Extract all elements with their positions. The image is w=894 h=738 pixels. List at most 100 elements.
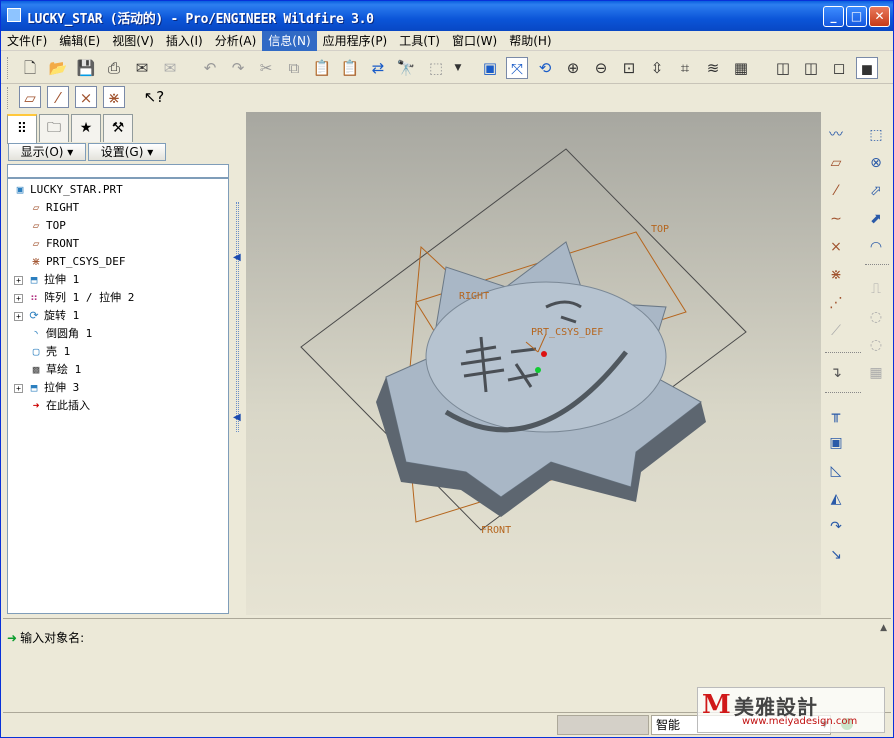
cut-icon[interactable]: ✂ [255, 57, 277, 79]
paste-icon[interactable]: 📋 [311, 57, 333, 79]
mail-recipient-icon[interactable]: ✉ [159, 57, 181, 79]
menu-info[interactable]: 信息(N) [262, 31, 317, 51]
trim-icon[interactable]: ◭ [825, 488, 847, 510]
tree-node-right[interactable]: ▱ RIGHT [28, 199, 79, 217]
select-dropdown-icon[interactable]: ▼ [447, 57, 469, 79]
minimize-button[interactable]: _ [823, 6, 844, 27]
find-icon[interactable]: 🔭 [395, 57, 417, 79]
scroll-up-icon[interactable]: ▲ [880, 623, 887, 633]
toolbar-grip[interactable] [7, 57, 10, 79]
menu-file[interactable]: 文件(F) [1, 31, 53, 51]
tree-node-top[interactable]: ▱ TOP [28, 217, 66, 235]
regenerate-icon[interactable]: ⇄ [367, 57, 389, 79]
menu-insert[interactable]: 插入(I) [160, 31, 209, 51]
tree-node-revolve1[interactable]: + ⟳ 旋转 1 [14, 307, 79, 325]
tree-node-csys[interactable]: ⋇ PRT_CSYS_DEF [28, 253, 125, 271]
new-file-icon[interactable]: 🗋 [19, 57, 41, 79]
tree-node-shell1[interactable]: ▢ 壳 1 [28, 343, 71, 361]
model-tree[interactable]: ▣ LUCKY_STAR.PRT ▱ RIGHT ▱ TOP ▱ FRONT ⋇ PRT_… [7, 178, 229, 614]
repaint-icon[interactable]: ▣ [479, 57, 501, 79]
collapse-arrow-icon[interactable]: ◀ [233, 412, 241, 423]
datum-axis-tool-icon[interactable]: ▱ [825, 152, 847, 174]
hole-icon[interactable]: × [825, 236, 847, 258]
print-icon[interactable]: ⎙ [103, 57, 125, 79]
panel-splitter[interactable]: ◀ ◀ [233, 112, 246, 615]
select-box-icon[interactable]: ⬚ [425, 57, 447, 79]
datum-plane-display-icon[interactable]: ▱ [19, 86, 41, 108]
favorites-tab[interactable]: ★ [71, 114, 101, 142]
hidden-line-icon[interactable]: ◫ [800, 57, 822, 79]
show-dropdown[interactable]: 显示(O) ▾ [8, 143, 86, 161]
analysis-feature-icon[interactable]: ∼ [825, 208, 847, 230]
menu-applications[interactable]: 应用程序(P) [317, 31, 394, 51]
shell-tool-icon[interactable]: ◠ [865, 236, 887, 258]
refit-icon[interactable]: ⊡ [618, 57, 640, 79]
copy-icon[interactable]: ⧉ [283, 57, 305, 79]
save-icon[interactable]: 💾 [75, 57, 97, 79]
menu-analysis[interactable]: 分析(A) [209, 31, 263, 51]
settings-dropdown[interactable]: 设置(G) ▾ [88, 143, 166, 161]
mirror-icon[interactable]: ↘ [825, 544, 847, 566]
reorient-icon[interactable]: ⇳ [646, 57, 668, 79]
wireframe-icon[interactable]: ◫ [772, 57, 794, 79]
tree-node-extrude3[interactable]: + ⬒ 拉伸 3 [14, 379, 79, 397]
datum-axis-display-icon[interactable]: ⁄ [47, 86, 69, 108]
shading-icon[interactable]: ◼ [856, 57, 878, 79]
maximize-button[interactable]: □ [846, 6, 867, 27]
rib-icon[interactable]: ⋇ [825, 264, 847, 286]
expand-icon[interactable]: + [14, 293, 23, 303]
graphics-viewport[interactable]: RIGHT TOP FRONT PRT_CSYS_DEF [246, 112, 821, 615]
tree-node-sketch1[interactable]: ▩ 草绘 1 [28, 361, 82, 379]
paste-special-icon[interactable]: 📋 [339, 57, 361, 79]
copy-feature-icon[interactable]: ▣ [825, 432, 847, 454]
expand-icon[interactable]: + [14, 311, 23, 321]
expand-icon[interactable]: + [14, 383, 23, 393]
send-mail-icon[interactable]: ✉ [131, 57, 153, 79]
datum-plane-tool-icon[interactable]: ⬚ [865, 124, 887, 146]
menu-help[interactable]: 帮助(H) [503, 31, 557, 51]
datum-point-icon[interactable]: ⁄ [825, 180, 847, 202]
csys-display-icon[interactable]: ⋇ [103, 86, 125, 108]
zoom-in-icon[interactable]: ⊕ [562, 57, 584, 79]
orient-mode-icon[interactable]: ⟲ [534, 57, 556, 79]
menu-window[interactable]: 窗口(W) [446, 31, 503, 51]
round-tool-icon[interactable]: ⋰ [825, 292, 847, 314]
undo-icon[interactable]: ↶ [199, 57, 221, 79]
model-tree-tab[interactable]: ⠿ [7, 114, 37, 144]
menu-view[interactable]: 视图(V) [106, 31, 160, 51]
tree-node-front[interactable]: ▱ FRONT [28, 235, 79, 253]
revolve-tool-icon[interactable]: ◌ [865, 334, 887, 356]
layers-icon[interactable]: ≋ [702, 57, 724, 79]
tree-node-extrude1[interactable]: + ⬒ 拉伸 1 [14, 271, 79, 289]
extrude-tool-icon[interactable]: ⟋ [825, 320, 847, 342]
insert-feature-icon[interactable]: ⬈ [865, 208, 887, 230]
no-hidden-icon[interactable]: ◻ [828, 57, 850, 79]
menu-edit[interactable]: 编辑(E) [53, 31, 106, 51]
connections-tab[interactable]: ⚒ [103, 114, 133, 142]
toolbar-grip[interactable] [7, 87, 10, 109]
close-button[interactable]: ✕ [869, 6, 890, 27]
datum-curve-sketch-icon[interactable]: 〰 [825, 124, 847, 146]
saved-views-icon[interactable]: ⌗ [674, 57, 696, 79]
datum-curve-icon[interactable]: ⊗ [865, 152, 887, 174]
open-file-icon[interactable]: 📂 [47, 57, 69, 79]
redo-icon[interactable]: ↷ [227, 57, 249, 79]
datum-csys-icon[interactable]: ⬀ [865, 180, 887, 202]
tree-node-pattern1[interactable]: + ⠶ 阵列 1 / 拉伸 2 [14, 289, 134, 307]
tree-node-part[interactable]: ▣ LUCKY_STAR.PRT [12, 181, 123, 199]
title-bar[interactable]: LUCKY_STAR (活动的) - Pro/ENGINEER Wildfire… [1, 1, 893, 31]
tree-node-insert-here[interactable]: ➜ 在此插入 [28, 397, 90, 415]
tree-node-round1[interactable]: ◝ 倒圆角 1 [28, 325, 93, 343]
model-view[interactable]: RIGHT TOP FRONT PRT_CSYS_DEF [246, 112, 821, 615]
pattern-tool-icon[interactable]: ↷ [825, 516, 847, 538]
zoom-out-icon[interactable]: ⊖ [590, 57, 612, 79]
variable-sweep-icon[interactable]: ↴ [825, 362, 847, 384]
menu-tools[interactable]: 工具(T) [393, 31, 446, 51]
spin-center-icon[interactable]: ⤧ [506, 57, 528, 79]
style-icon[interactable]: ╥ [825, 404, 847, 426]
merge-icon[interactable]: ◺ [825, 460, 847, 482]
draft-icon[interactable]: ⎍ [865, 278, 887, 300]
chamfer-icon[interactable]: ◌ [865, 306, 887, 328]
datum-point-display-icon[interactable]: × [75, 86, 97, 108]
collapse-arrow-icon[interactable]: ◀ [233, 252, 241, 263]
